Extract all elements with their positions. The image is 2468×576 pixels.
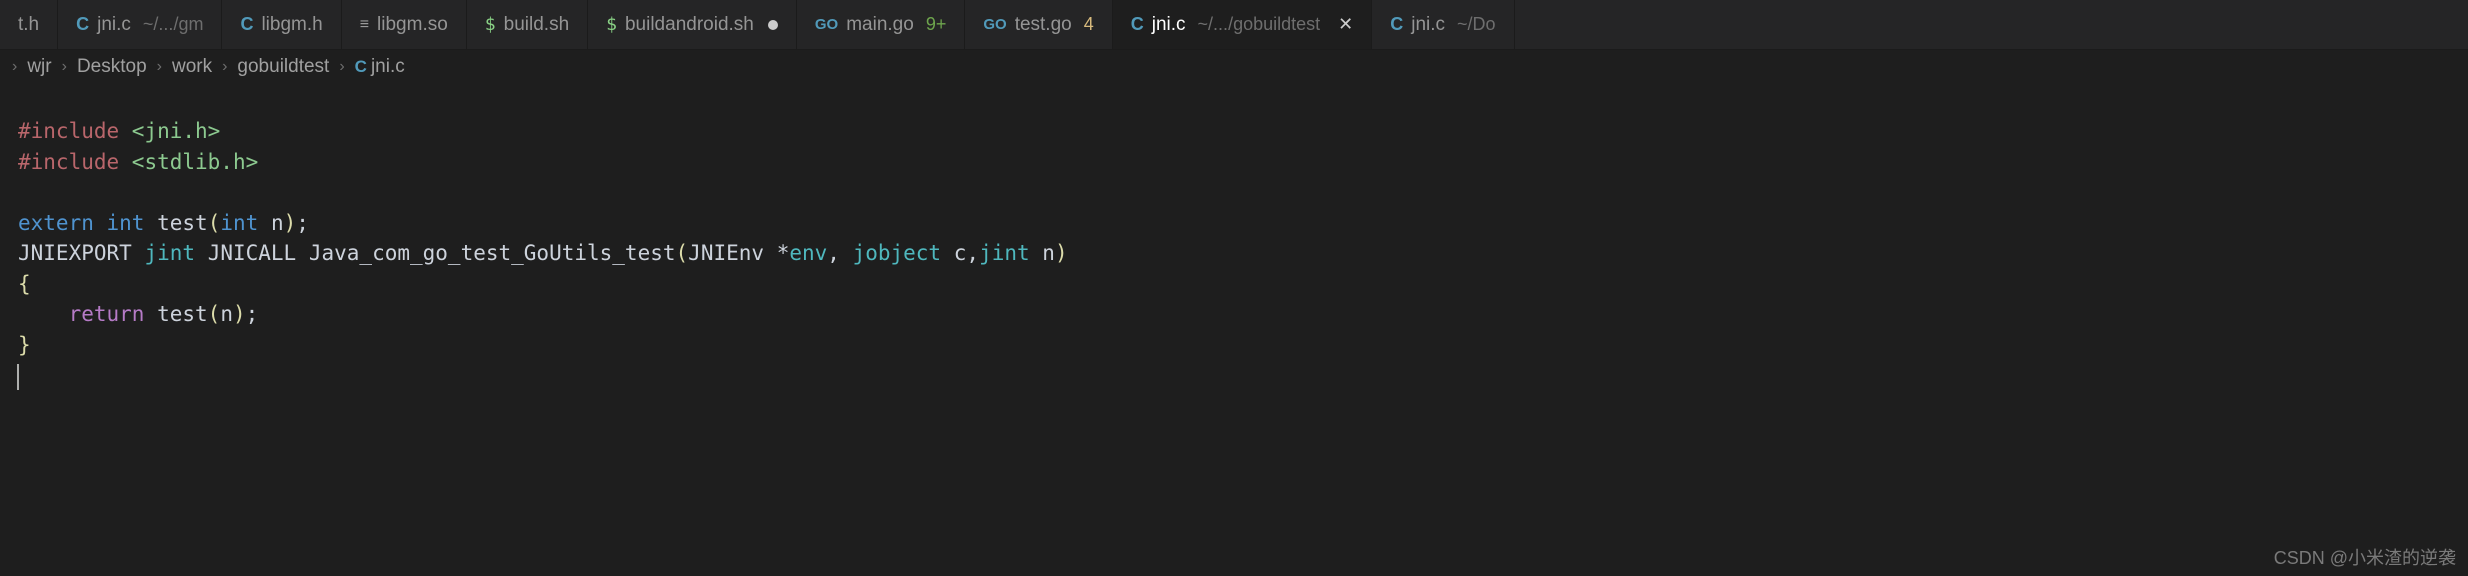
- code-token: [144, 302, 157, 326]
- chevron-right-icon: ›: [222, 58, 227, 76]
- tab-subpath: ~/.../gm: [143, 14, 204, 35]
- code-token: ;: [246, 302, 259, 326]
- editor-tab[interactable]: ≡ libgm.so: [342, 0, 467, 49]
- c-file-icon: C: [1131, 14, 1144, 35]
- go-file-icon: GO: [983, 16, 1006, 33]
- code-token: [296, 241, 309, 265]
- editor-tab[interactable]: Cjni.c ~/.../gobuildtest ✕: [1113, 0, 1372, 49]
- editor-tab[interactable]: $ build.sh: [467, 0, 588, 49]
- code-token: JNIEXPORT: [18, 241, 132, 265]
- code-token: [1030, 241, 1043, 265]
- breadcrumb-segment[interactable]: wjr: [27, 56, 51, 78]
- tab-label: jni.c: [1411, 14, 1445, 36]
- tab-label: buildandroid.sh: [625, 14, 754, 36]
- code-token: [195, 241, 208, 265]
- chevron-right-icon: ›: [12, 58, 17, 76]
- code-token: Java_com_go_test_GoUtils_test: [309, 241, 676, 265]
- code-token: n: [1042, 241, 1055, 265]
- chevron-right-icon: ›: [62, 58, 67, 76]
- code-token: }: [18, 333, 31, 357]
- code-token: ;: [296, 211, 309, 235]
- chevron-right-icon: ›: [157, 58, 162, 76]
- c-file-icon: C: [1390, 14, 1403, 35]
- tab-label: libgm.so: [377, 14, 448, 36]
- code-token: ): [233, 302, 246, 326]
- editor-tab[interactable]: Clibgm.h: [222, 0, 341, 49]
- code-token: <jni.h>: [119, 119, 220, 143]
- tab-label: t.h: [18, 14, 39, 36]
- code-token: jint: [979, 241, 1030, 265]
- code-token: [18, 302, 69, 326]
- editor-tab[interactable]: $ buildandroid.sh: [588, 0, 797, 49]
- code-token: #include: [18, 150, 119, 174]
- code-token: JNICALL: [208, 241, 297, 265]
- code-token: ,: [966, 241, 979, 265]
- editor-tab[interactable]: Cjni.c ~/.../gm: [58, 0, 222, 49]
- tab-subpath: ~/.../gobuildtest: [1198, 14, 1321, 35]
- breadcrumb-segment[interactable]: gobuildtest: [237, 56, 329, 78]
- code-editor[interactable]: #include <jni.h> #include <stdlib.h> ext…: [0, 84, 2468, 390]
- tab-badge: 4: [1084, 14, 1094, 35]
- code-token: n: [220, 302, 233, 326]
- code-token: int: [220, 211, 258, 235]
- breadcrumb-segment[interactable]: Desktop: [77, 56, 147, 78]
- binary-file-icon: ≡: [360, 16, 369, 34]
- code-token: ): [1055, 241, 1068, 265]
- editor-tab[interactable]: GO test.go 4: [965, 0, 1112, 49]
- code-token: JNIEnv: [688, 241, 777, 265]
- code-token: n: [271, 211, 284, 235]
- code-token: (: [676, 241, 689, 265]
- c-file-icon: C: [76, 14, 89, 35]
- code-token: [941, 241, 954, 265]
- code-token: test: [157, 302, 208, 326]
- code-token: jobject: [853, 241, 942, 265]
- tab-subpath: ~/Do: [1457, 14, 1496, 35]
- dirty-indicator-icon: [768, 20, 778, 30]
- code-token: test: [157, 211, 208, 235]
- tab-label: jni.c: [1152, 14, 1186, 36]
- chevron-right-icon: ›: [339, 58, 344, 76]
- shell-file-icon: $: [606, 14, 617, 35]
- code-token: [144, 211, 157, 235]
- editor-tabs: t.h Cjni.c ~/.../gm Clibgm.h ≡ libgm.so $ build…: [0, 0, 2468, 50]
- editor-tab[interactable]: t.h: [0, 0, 58, 49]
- code-token: env: [789, 241, 827, 265]
- code-token: <stdlib.h>: [119, 150, 258, 174]
- code-token: [132, 241, 145, 265]
- tab-badge: 9+: [926, 14, 947, 35]
- tab-label: libgm.h: [261, 14, 322, 36]
- go-file-icon: GO: [815, 16, 838, 33]
- code-token: jint: [144, 241, 195, 265]
- code-token: {: [18, 272, 31, 296]
- code-token: ,: [827, 241, 852, 265]
- code-token: #include: [18, 119, 119, 143]
- code-token: [94, 211, 107, 235]
- code-token: ): [284, 211, 297, 235]
- tab-label: main.go: [846, 14, 914, 36]
- code-token: *: [777, 241, 790, 265]
- breadcrumb-segment[interactable]: work: [172, 56, 212, 78]
- code-token: int: [107, 211, 145, 235]
- code-token: (: [208, 302, 221, 326]
- watermark: CSDN @小米渣的逆袭: [2274, 544, 2456, 570]
- editor-tab[interactable]: GO main.go 9+: [797, 0, 965, 49]
- shell-file-icon: $: [485, 14, 496, 35]
- tab-label: test.go: [1015, 14, 1072, 36]
- editor-tab[interactable]: Cjni.c ~/Do: [1372, 0, 1514, 49]
- close-tab-icon[interactable]: ✕: [1338, 14, 1353, 35]
- code-token: [258, 211, 271, 235]
- tab-label: build.sh: [504, 14, 570, 36]
- code-token: return: [69, 302, 145, 326]
- breadcrumb: › wjr › Desktop › work › gobuildtest › C jni.c: [0, 50, 2468, 84]
- c-file-icon: C: [240, 14, 253, 35]
- code-token: c: [954, 241, 967, 265]
- code-token: (: [208, 211, 221, 235]
- tab-label: jni.c: [97, 14, 131, 36]
- text-cursor: [17, 364, 19, 390]
- breadcrumb-segment[interactable]: jni.c: [371, 56, 405, 78]
- c-file-icon: C: [355, 57, 367, 77]
- code-token: extern: [18, 211, 94, 235]
